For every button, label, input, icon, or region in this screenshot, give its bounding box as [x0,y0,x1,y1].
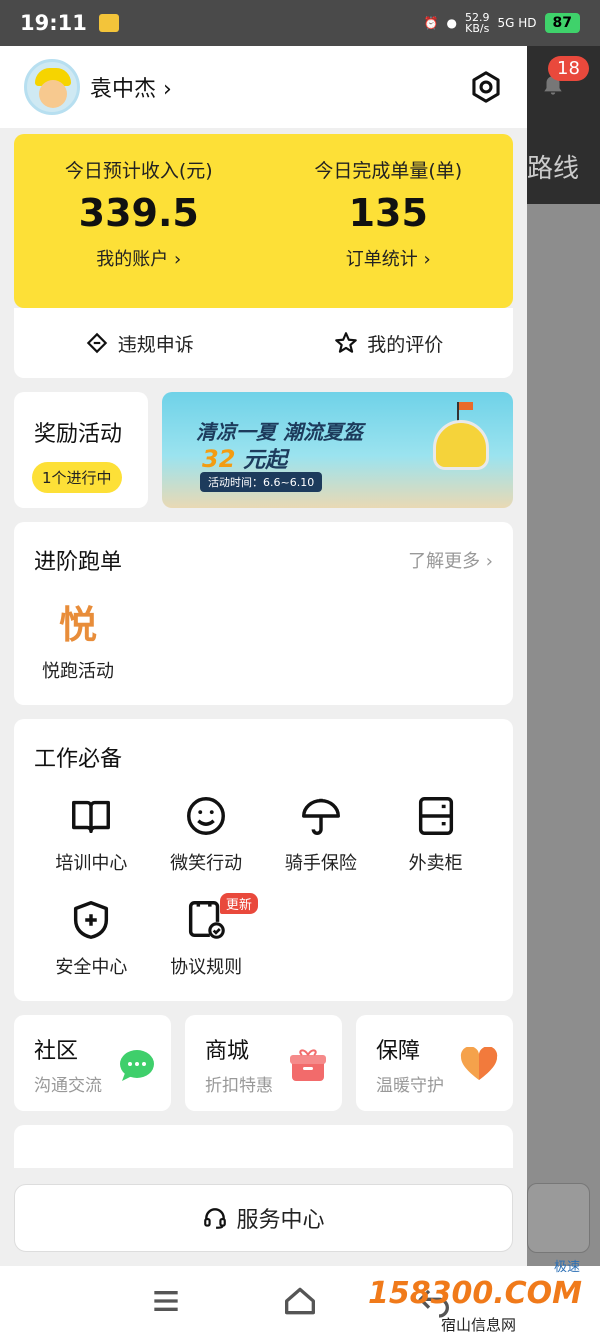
advanced-running-title: 进阶跑单 [34,550,123,575]
appeal-label: 违规申诉 [117,333,194,356]
location-icon: ● [446,16,457,30]
order-stats-link[interactable]: 订单统计 › [264,245,514,271]
safety-center-item[interactable]: 安全中心 [34,897,149,979]
yuepao-label: 悦跑活动 [42,661,114,682]
network-type: 5G HD [497,16,537,30]
background-route-label: 路线 [527,154,580,184]
training-center-item[interactable]: 培训中心 [34,793,149,875]
service-center-label: 服务中心 [236,1208,325,1233]
income-label: 今日预计收入(元) [64,160,213,182]
service-center-button[interactable]: 服务中心 [14,1184,513,1252]
banner-price-suffix: 元起 [243,448,288,473]
speed-unit: KB/s [465,22,490,35]
helmet-image [433,420,489,470]
battery-level: 87 [544,13,580,33]
banner-price-number: 32 [202,445,236,473]
delivery-locker-label: 外卖柜 [408,853,463,874]
protection-card[interactable]: 保障 温暖守护 [356,1015,513,1111]
book-icon [72,800,111,834]
feature-cards-row: 社区 沟通交流 商城 折扣特惠 保障 温暖守护 [14,1015,513,1111]
banner-date: 活动时间：6.6~6.10 [200,472,323,492]
status-icons: ⏰ ● 52.9 KB/s 5G HD 87 [424,12,580,34]
avatar[interactable] [24,59,80,115]
work-grid: 培训中心 微笑行动 骑手保险 外卖柜 安全中心 更新 协议规则 [34,793,493,979]
watermark-subtitle: 宿山信息网 [440,1316,516,1334]
watermark-logo: 158300.COM [367,1276,582,1311]
chevron-right-icon: › [163,77,172,102]
mall-card[interactable]: 商城 折扣特惠 [185,1015,342,1111]
training-center-label: 培训中心 [55,853,128,874]
smile-action-item[interactable]: 微笑行动 [149,793,264,875]
rider-insurance-item[interactable]: 骑手保险 [264,793,379,875]
banner-price: 32 元起 [202,442,287,474]
work-essentials-title: 工作必备 [34,747,123,772]
community-card[interactable]: 社区 沟通交流 [14,1015,171,1111]
rating-label: 我的评价 [367,333,444,356]
delivery-locker-item[interactable]: 外卖柜 [378,793,493,875]
shield-plus-icon [74,901,109,939]
system-nav-bar: 极速 158300.COM 宿山信息网 [0,1260,600,1337]
service-bar: 服务中心 [0,1168,527,1266]
my-account-link[interactable]: 我的账户 › [14,245,264,271]
gift-box-icon [290,1049,326,1081]
update-badge: 更新 [219,893,258,914]
background-panel [527,1183,590,1253]
agreement-rules-label: 协议规则 [170,957,243,978]
income-column: 今日预计收入(元) 339.5 我的账户 › [14,156,264,308]
rider-insurance-label: 骑手保险 [284,853,357,874]
quick-links: 违规申诉 我的评价 [14,308,513,378]
locker-icon [418,797,453,835]
network-speed: 52.9 KB/s [465,12,490,34]
rewards-status-badge: 1个进行中 [32,462,122,493]
notification-count-badge: 18 [548,56,589,81]
settings-gear-icon[interactable] [469,70,503,104]
avatar-face [39,80,67,108]
user-name-link[interactable]: 袁中杰 › [90,71,172,103]
banner-headline: 清凉一夏 潮流夏盔 [196,420,363,444]
star-icon [335,332,358,353]
agreement-rules-item[interactable]: 更新 协议规则 [149,893,264,979]
chat-bubble-icon [120,1050,154,1081]
yuepao-icon: 悦 [58,603,97,647]
home-icon[interactable] [280,1281,320,1321]
user-name: 袁中杰 [90,77,157,102]
yuepao-activity-item[interactable]: 悦 悦跑活动 [28,594,128,683]
profile-header: 袁中杰 › [0,46,527,128]
orders-column: 今日完成单量(单) 135 订单统计 › [264,156,514,308]
learn-more-link[interactable]: 了解更多 › [408,547,493,573]
orders-label: 今日完成单量(单) [314,160,463,182]
advanced-running-card: 进阶跑单 了解更多 › 悦 悦跑活动 [14,522,513,705]
alarm-icon: ⏰ [423,16,439,30]
promo-banner[interactable]: 清凉一夏 潮流夏盔 32 元起 活动时间：6.6~6.10 [162,392,513,508]
watermark-tag: 极速 [553,1260,580,1275]
smile-icon [187,797,226,835]
rewards-card[interactable]: 奖励活动 1个进行中 [14,392,148,508]
app-notification-icon [98,14,119,32]
appeal-icon [86,332,107,354]
headset-icon [204,1208,227,1229]
advanced-running-header: 进阶跑单 了解更多 › [34,544,493,576]
orders-value: 135 [348,191,428,235]
side-drawer: 袁中杰 › 今日预计收入(元) 339.5 我的账户 › 今日完成单量(单) 1… [0,46,527,1266]
appeal-button[interactable]: 违规申诉 [14,330,264,357]
earnings-panel: 今日预计收入(元) 339.5 我的账户 › 今日完成单量(单) 135 订单统… [14,134,513,308]
status-bar: 19:11 ⏰ ● 52.9 KB/s 5G HD 87 [0,0,600,46]
work-essentials-card: 工作必备 培训中心 微笑行动 骑手保险 外卖柜 安全中心 更新 协议规则 [14,719,513,1001]
rewards-title: 奖励活动 [34,422,123,447]
status-time: 19:11 [20,11,87,35]
menu-icon[interactable] [146,1281,186,1321]
heart-icon [460,1047,498,1080]
income-value: 339.5 [78,191,199,235]
my-rating-button[interactable]: 我的评价 [264,330,514,357]
safety-center-label: 安全中心 [55,957,128,978]
rewards-row: 奖励活动 1个进行中 清凉一夏 潮流夏盔 32 元起 活动时间：6.6~6.10 [14,392,513,508]
smile-action-label: 微笑行动 [170,853,243,874]
umbrella-icon [301,798,340,835]
